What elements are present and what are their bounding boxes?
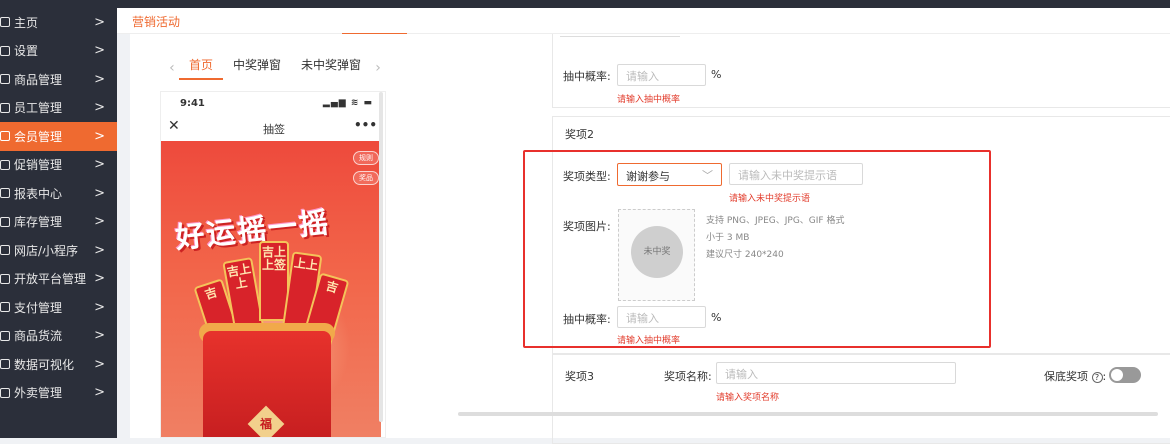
sidebar-item[interactable]: 员工管理 > bbox=[0, 94, 117, 123]
lottery-banner: 规则 奖品 好运摇一摇 吉 吉上上 吉上上签 上上 吉 福 bbox=[161, 141, 381, 437]
horizontal-scrollbar[interactable] bbox=[458, 412, 1158, 416]
prize1-unit: % bbox=[711, 68, 722, 81]
chevron-right-icon: > bbox=[94, 128, 105, 144]
chevron-right-icon: > bbox=[94, 157, 105, 173]
slogan-text: 好运摇一摇 bbox=[173, 204, 332, 255]
phone-nav-title: 抽签 bbox=[263, 123, 285, 136]
prize1-probability-label: 抽中概率: bbox=[563, 70, 611, 83]
sidebar: 主页 > 设置 > 商品管理 > 员工管理 > 会员管理 > 促销管理 > 报表中心 > 库存管理 > 网店/小… bbox=[0, 8, 117, 438]
sidebar-item[interactable]: 促销管理 > bbox=[0, 151, 117, 180]
fallback-colon: : bbox=[1102, 370, 1107, 383]
sidebar-item[interactable]: 设置 > bbox=[0, 37, 117, 66]
chart-icon bbox=[0, 188, 10, 199]
tabs-prev-arrow-icon[interactable]: ‹ bbox=[165, 60, 179, 76]
takeout-icon bbox=[0, 387, 10, 398]
preview-tabs: ‹ 首页 中奖弹窗 未中奖弹窗 › bbox=[165, 56, 385, 80]
sidebar-item[interactable]: 会员管理 > bbox=[0, 122, 117, 151]
sidebar-item[interactable]: 报表中心 > bbox=[0, 179, 117, 208]
sidebar-item[interactable]: 外卖管理 > bbox=[0, 379, 117, 408]
tab-win-popup[interactable]: 中奖弹窗 bbox=[223, 56, 291, 80]
stock-icon bbox=[0, 216, 10, 227]
prize3-name-error: 请输入奖项名称 bbox=[716, 393, 780, 403]
annotation-highlight-box bbox=[523, 150, 991, 348]
chevron-right-icon: > bbox=[94, 328, 105, 344]
sidebar-item[interactable]: 商品管理 > bbox=[0, 65, 117, 94]
box-icon bbox=[0, 74, 10, 85]
member-card-icon bbox=[0, 131, 10, 142]
prize3-name-label: 奖项名称: bbox=[664, 370, 712, 383]
breadcrumb-bar: 营销活动 bbox=[117, 8, 1170, 35]
chevron-right-icon: > bbox=[94, 271, 105, 287]
prize2-title: 奖项2 bbox=[565, 128, 594, 141]
fallback-label: 保底奖项 ?: bbox=[1044, 368, 1106, 384]
preview-scrollbar[interactable] bbox=[379, 92, 383, 422]
status-time: 9:41 bbox=[180, 98, 205, 109]
fu-char: 福 bbox=[259, 417, 272, 431]
pay-icon bbox=[0, 302, 10, 313]
user-icon bbox=[0, 102, 10, 113]
chevron-right-icon: > bbox=[94, 43, 105, 59]
sidebar-item[interactable]: 商品货流 > bbox=[0, 322, 117, 351]
sidebar-item[interactable]: 支付管理 > bbox=[0, 293, 117, 322]
chevron-right-icon: > bbox=[94, 214, 105, 230]
help-icon[interactable]: ? bbox=[1091, 372, 1103, 383]
flow-icon bbox=[0, 330, 10, 341]
chevron-right-icon: > bbox=[94, 299, 105, 315]
chevron-right-icon: > bbox=[94, 14, 105, 30]
more-icon[interactable]: ••• bbox=[354, 118, 377, 132]
platform-icon bbox=[0, 273, 10, 284]
tab-home[interactable]: 首页 bbox=[178, 56, 223, 80]
prize1-probability-input[interactable]: 请输入 bbox=[617, 64, 706, 86]
chevron-right-icon: > bbox=[94, 71, 105, 87]
visual-icon bbox=[0, 359, 10, 370]
prize1-probability-error: 请输入抽中概率 bbox=[617, 95, 681, 105]
sidebar-item[interactable]: 网店/小程序 > bbox=[0, 236, 117, 265]
chevron-right-icon: > bbox=[94, 356, 105, 372]
fallback-label-text: 保底奖项 bbox=[1044, 370, 1088, 383]
tabs-next-arrow-icon[interactable]: › bbox=[371, 60, 385, 76]
prizes-pill[interactable]: 奖品 bbox=[353, 171, 379, 185]
prize3-title: 奖项3 bbox=[565, 370, 594, 383]
gear-icon bbox=[0, 45, 10, 56]
chevron-right-icon: > bbox=[94, 185, 105, 201]
sidebar-item[interactable]: 主页 > bbox=[0, 8, 117, 37]
phone-status-bar: 9:41 ▂▄▆ ≋ ▬ bbox=[161, 92, 385, 114]
status-icons: ▂▄▆ ≋ ▬ bbox=[322, 98, 373, 108]
shop-icon bbox=[0, 245, 10, 256]
sidebar-item[interactable]: 库存管理 > bbox=[0, 208, 117, 237]
fallback-toggle[interactable] bbox=[1109, 367, 1141, 383]
tab-lose-popup[interactable]: 未中奖弹窗 bbox=[291, 56, 371, 80]
sidebar-item[interactable]: 数据可视化 > bbox=[0, 350, 117, 379]
breadcrumb[interactable]: 营销活动 bbox=[132, 13, 180, 30]
prize3-name-input[interactable]: 请输入 bbox=[716, 362, 956, 384]
chevron-right-icon: > bbox=[94, 385, 105, 401]
rules-pill[interactable]: 规则 bbox=[353, 151, 379, 165]
chevron-right-icon: > bbox=[94, 242, 105, 258]
top-bar bbox=[0, 0, 1170, 8]
home-icon bbox=[0, 17, 10, 28]
sidebar-item[interactable]: 开放平台管理 > bbox=[0, 265, 117, 294]
phone-nav-bar: ✕ 抽签 ••• bbox=[161, 118, 385, 140]
promo-icon bbox=[0, 159, 10, 170]
chevron-right-icon: > bbox=[94, 100, 105, 116]
phone-preview: 9:41 ▂▄▆ ≋ ▬ ✕ 抽签 ••• 规则 奖品 好运摇一摇 吉 吉上上 … bbox=[160, 91, 386, 438]
fu-emblem: 福 bbox=[247, 405, 285, 437]
